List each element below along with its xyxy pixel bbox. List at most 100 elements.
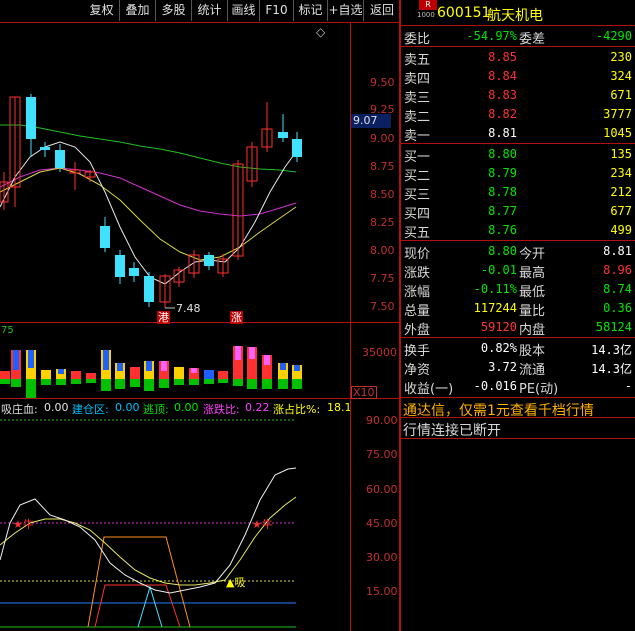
toolbar-button-biaoji[interactable]: 标记 (294, 0, 328, 21)
ask-price: 8.82 (488, 107, 517, 121)
stat-value: 59120 (480, 320, 517, 334)
divider (401, 143, 635, 144)
stat-value: 58124 (595, 320, 632, 334)
ask-label: 卖四 (404, 72, 431, 87)
bid-row[interactable]: 买五 8.76 499 (401, 221, 635, 241)
indicator-header: 吸庄血: 0.00 建仓区: 0.00 逃顶: 0.00 涨跌比: 0.22 涨… (0, 401, 350, 415)
stat-label: 涨跌 (404, 266, 431, 281)
toolbar-button-fuquan[interactable]: 复权 (84, 0, 120, 21)
bid-row[interactable]: 买四 8.77 677 (401, 202, 635, 222)
fin-label: 流通 (519, 363, 546, 378)
ask-row[interactable]: 卖三 8.83 671 (401, 86, 635, 106)
fin-value: 3.72 (488, 360, 517, 374)
stat-value: 117244 (473, 301, 517, 315)
bid-label: 买一 (404, 150, 431, 165)
stat-label: 内盘 (519, 323, 546, 338)
volume-tick: 35000 (362, 346, 397, 359)
ask-label: 卖五 (404, 53, 431, 68)
stat-value: -0.01 (480, 263, 517, 277)
ask-row[interactable]: 卖二 8.82 3777 (401, 105, 635, 125)
xi-marker: ▲吸 (226, 576, 246, 589)
weibi-value: -54.97% (466, 29, 517, 43)
bid-label: 买四 (404, 207, 431, 222)
bid-price: 8.76 (488, 223, 517, 237)
indicator-value: 0.00 (174, 401, 199, 414)
fin-value: 0.82% (480, 341, 517, 355)
divider (401, 46, 635, 47)
fin-label: PE(动) (519, 382, 559, 397)
ask-label: 卖一 (404, 129, 431, 144)
weicha-label: 委差 (519, 32, 546, 47)
divider (401, 337, 635, 338)
fin-value: 14.3亿 (591, 362, 632, 376)
stock-code: 600151 (437, 5, 491, 21)
stat-label: 量比 (519, 304, 546, 319)
bid-volume: 499 (610, 223, 632, 237)
ask-row[interactable]: 卖一 8.81 1045 (401, 124, 635, 144)
ask-price: 8.83 (488, 88, 517, 102)
bid-price: 8.77 (488, 204, 517, 218)
stat-row: 总量 117244 量比 0.36 (401, 299, 635, 319)
stat-label: 今开 (519, 247, 546, 262)
red-step-line (94, 584, 181, 628)
toolbar-button-f10[interactable]: F10 (260, 0, 294, 21)
toolbar-button-huaxian[interactable]: 画线 (228, 0, 260, 21)
ask-price: 8.84 (488, 69, 517, 83)
bid-label: 买五 (404, 226, 431, 241)
current-price-tag: 9.07 (351, 114, 391, 128)
bid-price: 8.80 (488, 147, 517, 161)
ask-label: 卖二 (404, 110, 431, 125)
weibi-row: 委比 -54.97% 委差 -4290 (401, 27, 635, 47)
bid-volume: 212 (610, 185, 632, 199)
bid-label: 买二 (404, 169, 431, 184)
stat-row: 外盘 59120 内盘 58124 (401, 318, 635, 338)
toolbar-button-duogu[interactable]: 多股 (156, 0, 192, 21)
toolbar-button-zixuan[interactable]: +自选 (328, 0, 364, 21)
stat-value: 8.96 (603, 263, 632, 277)
fin-label: 收益(一) (404, 382, 454, 397)
stat-label: 外盘 (404, 323, 431, 338)
indicator-value: 0.00 (115, 401, 140, 414)
divider (401, 240, 635, 241)
bid-row[interactable]: 买三 8.78 212 (401, 183, 635, 203)
indicator-value: 18.1 (327, 401, 350, 414)
toolbar-button-tongji[interactable]: 统计 (192, 0, 228, 21)
weicha-value: -4290 (595, 29, 632, 43)
fin-value: -0.016 (473, 379, 517, 393)
stat-label: 最低 (519, 285, 546, 300)
connection-status: 行情连接已断开 (403, 423, 501, 439)
volume-bars (0, 346, 302, 398)
stat-value: 8.81 (603, 244, 632, 258)
divider (401, 417, 635, 418)
yellow-curve (0, 496, 297, 586)
fin-label: 换手 (404, 344, 431, 359)
star-niu-right: ★牛 (252, 518, 273, 531)
ask-volume: 1045 (603, 126, 632, 140)
indicator-label: 涨占比%: (273, 403, 321, 415)
bid-volume: 135 (610, 147, 632, 161)
stat-label: 最高 (519, 266, 546, 281)
price-chart[interactable] (0, 22, 350, 322)
bid-row[interactable]: 买一 8.80 135 (401, 145, 635, 165)
indicator-chart[interactable] (0, 415, 350, 631)
ask-row[interactable]: 卖四 8.84 324 (401, 67, 635, 87)
volume-chart[interactable] (0, 323, 350, 398)
indicator-label: 逃顶: (143, 403, 169, 415)
toolbar-button-fanhui[interactable]: 返回 (364, 0, 400, 21)
toolbar-button-diejia[interactable]: 叠加 (120, 0, 156, 21)
stat-value: 0.36 (603, 301, 632, 315)
star-niu-left: ★牛 (13, 518, 34, 531)
bid-price: 8.78 (488, 185, 517, 199)
ask-label: 卖三 (404, 91, 431, 106)
fin-row: 净资 3.72 流通 14.3亿 (401, 358, 635, 378)
stat-value: 8.74 (603, 282, 632, 296)
stat-value: 8.80 (488, 244, 517, 258)
bid-price: 8.79 (488, 166, 517, 180)
ask-row[interactable]: 卖五 8.85 230 (401, 48, 635, 68)
diamond-icon[interactable]: ◇ (316, 25, 325, 39)
stat-row: 涨跌 -0.01 最高 8.96 (401, 261, 635, 281)
bid-row[interactable]: 买二 8.79 234 (401, 164, 635, 184)
bid-label: 买三 (404, 188, 431, 203)
indicator-label: 吸庄血: (1, 403, 38, 415)
cyan-peak-line (137, 585, 163, 628)
